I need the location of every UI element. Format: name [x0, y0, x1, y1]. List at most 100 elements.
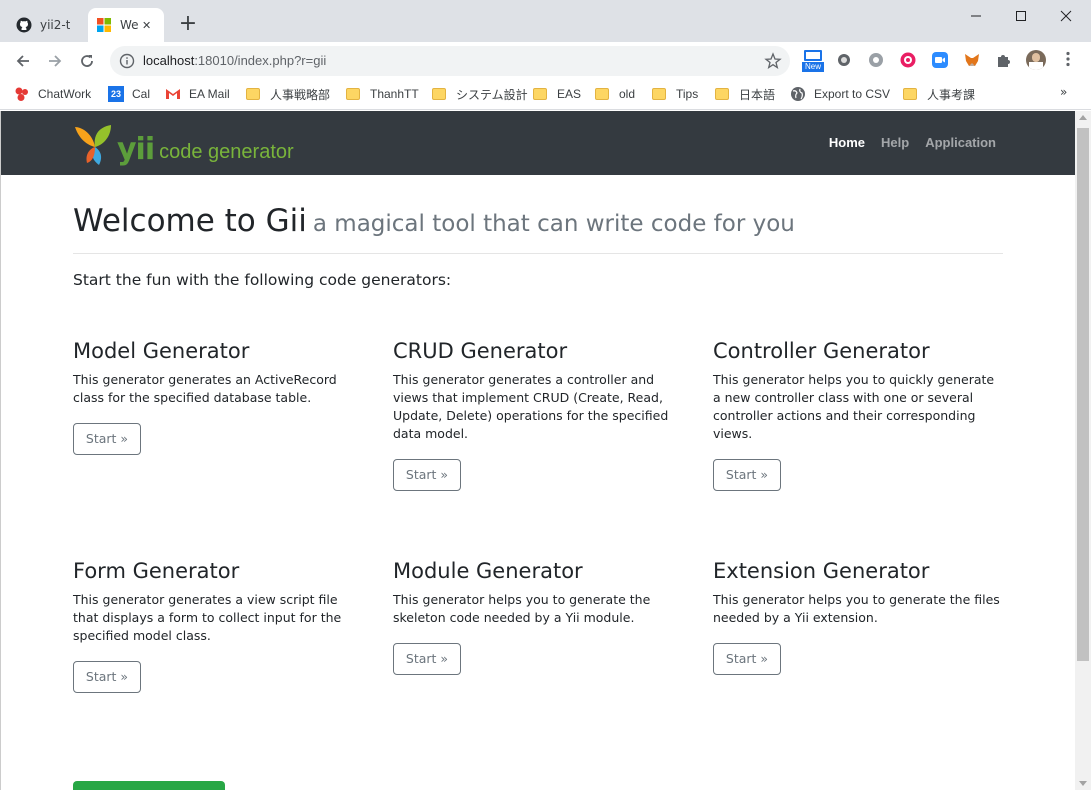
nav-application-link[interactable]: Application	[925, 135, 996, 150]
folder-icon	[595, 86, 611, 102]
generator-title: Form Generator	[73, 559, 240, 583]
folder-icon	[346, 86, 362, 102]
kebab-menu-icon	[1066, 51, 1070, 67]
gray-gear-extension-icon[interactable]	[867, 51, 885, 69]
start-module-generator-button[interactable]: Start »	[393, 643, 461, 675]
maximize-button[interactable]	[998, 4, 1044, 28]
pink-extension-icon[interactable]	[899, 51, 917, 69]
close-window-button[interactable]	[1043, 4, 1089, 28]
generator-card-module: Module Generator This generator helps yo…	[393, 559, 693, 675]
back-button[interactable]	[10, 48, 36, 74]
green-button-partial[interactable]	[73, 781, 225, 790]
bookmark-folder[interactable]: 人事考課	[903, 85, 975, 103]
page-scrollbar[interactable]	[1075, 111, 1091, 790]
bookmark-folder[interactable]: ThanhTT	[346, 85, 419, 103]
generator-card-form: Form Generator This generator generates …	[73, 559, 373, 693]
generator-card-controller: Controller Generator This generator help…	[713, 339, 1013, 491]
scroll-up-arrow-icon[interactable]	[1079, 115, 1087, 120]
address-bar[interactable]: localhost:18010/index.php?r=gii	[110, 46, 790, 76]
generator-card-extension: Extension Generator This generator helps…	[713, 559, 1013, 675]
page-header: Welcome to Gii a magical tool that can wr…	[73, 175, 1003, 254]
bookmark-chatwork[interactable]: ChatWork	[14, 85, 91, 103]
bookmark-folder[interactable]: old	[595, 85, 635, 103]
bookmark-folder[interactable]: 日本語	[715, 85, 775, 103]
yii-logo-icon	[75, 125, 111, 165]
generator-title: CRUD Generator	[393, 339, 568, 363]
folder-icon	[652, 86, 668, 102]
extensions-puzzle-icon[interactable]	[995, 51, 1013, 69]
generator-description: This generator generates a view script f…	[73, 592, 342, 643]
reload-icon	[81, 55, 93, 67]
maximize-icon	[1016, 11, 1026, 21]
generator-title: Extension Generator	[713, 559, 930, 583]
brand-yii-text: yii	[117, 132, 155, 167]
brand-subtitle: code generator	[159, 141, 294, 163]
tab-strip: yii2-tra We ✕ +	[0, 0, 1091, 42]
close-icon	[1060, 10, 1072, 22]
tab-gii[interactable]: We ✕	[88, 8, 164, 42]
start-model-generator-button[interactable]: Start »	[73, 423, 141, 455]
github-icon	[16, 17, 32, 33]
start-crud-generator-button[interactable]: Start »	[393, 459, 461, 491]
start-controller-generator-button[interactable]: Start »	[713, 459, 781, 491]
page-subtitle: a magical tool that can write code for y…	[312, 211, 795, 237]
generator-description: This generator helps you to quickly gene…	[713, 372, 995, 441]
windows-favicon-icon	[97, 18, 111, 32]
bookmark-cal[interactable]: 23 Cal	[108, 85, 150, 103]
generator-description: This generator generates a controller an…	[393, 372, 669, 441]
page-title: Welcome to Gii	[73, 203, 307, 239]
generator-card-model: Model Generator This generator generates…	[73, 339, 373, 455]
metamask-fox-icon[interactable]	[963, 51, 981, 69]
start-form-generator-button[interactable]: Start »	[73, 661, 141, 693]
bookmark-ea-mail[interactable]: EA Mail	[165, 85, 230, 103]
globe-icon	[791, 87, 805, 101]
generator-description: This generator helps you to generate the…	[393, 592, 651, 625]
generator-description: This generator helps you to generate the…	[713, 592, 1000, 625]
start-extension-generator-button[interactable]: Start »	[713, 643, 781, 675]
forward-button[interactable]	[42, 48, 68, 74]
bookmarks-overflow-button[interactable]: »	[1060, 85, 1067, 99]
tab-title: We	[120, 18, 138, 32]
bookmark-star-icon[interactable]	[764, 52, 782, 70]
lead-text: Start the fun with the following code ge…	[73, 271, 452, 289]
folder-icon	[432, 86, 448, 102]
generator-description: This generator generates an ActiveRecord…	[73, 372, 337, 405]
info-icon[interactable]	[119, 53, 135, 69]
brand-logo[interactable]: yii code generator	[73, 123, 294, 165]
chrome-menu-button[interactable]	[1062, 51, 1074, 69]
generator-card-crud: CRUD Generator This generator generates …	[393, 339, 693, 491]
tab-github[interactable]: yii2-tra	[8, 8, 86, 42]
tab-close-icon[interactable]: ✕	[142, 19, 151, 32]
screen-capture-icon	[804, 50, 822, 61]
scroll-down-arrow-icon[interactable]	[1079, 781, 1087, 786]
profile-avatar[interactable]	[1026, 50, 1046, 70]
minimize-icon	[971, 15, 981, 17]
extension-new[interactable]: New	[802, 48, 824, 72]
folder-icon	[246, 86, 262, 102]
folder-icon	[715, 86, 731, 102]
folder-icon	[903, 86, 919, 102]
browser-toolbar: localhost:18010/index.php?r=gii New	[0, 42, 1091, 78]
generator-title: Controller Generator	[713, 339, 930, 363]
reload-button[interactable]	[74, 48, 100, 74]
bookmark-folder[interactable]: システム設計	[432, 85, 528, 103]
forward-arrow-icon	[49, 55, 62, 67]
bookmark-folder[interactable]: 人事戦略部	[246, 85, 330, 103]
scrollbar-thumb[interactable]	[1077, 128, 1089, 661]
gii-navbar: yii code generator Home Help Application	[1, 111, 1075, 175]
generator-title: Model Generator	[73, 339, 250, 363]
nav-home-link[interactable]: Home	[829, 135, 865, 150]
url-text[interactable]: localhost:18010/index.php?r=gii	[143, 53, 326, 68]
bookmark-folder[interactable]: EAS	[533, 85, 581, 103]
main-nav: Home Help Application	[813, 135, 996, 150]
chatwork-icon	[15, 87, 28, 101]
new-badge: New	[802, 62, 824, 72]
bookmark-export-csv[interactable]: Export to CSV	[790, 85, 890, 103]
circle-extension-icon[interactable]	[835, 51, 853, 69]
nav-help-link[interactable]: Help	[881, 135, 909, 150]
zoom-extension-icon[interactable]	[931, 51, 949, 69]
gmail-icon	[166, 89, 180, 99]
minimize-button[interactable]	[953, 4, 999, 28]
new-tab-button[interactable]: +	[176, 13, 200, 37]
bookmark-folder[interactable]: Tips	[652, 85, 698, 103]
